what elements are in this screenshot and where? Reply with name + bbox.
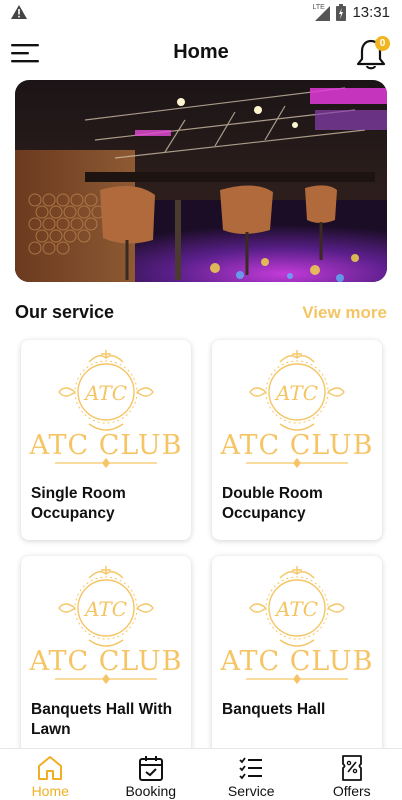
atc-club-logo: ATC ATC CLUB bbox=[220, 350, 373, 469]
svg-text:ATC: ATC bbox=[83, 381, 127, 405]
app-header: Home 0 bbox=[0, 34, 402, 74]
nav-offers[interactable]: Offers bbox=[302, 749, 402, 800]
section-title: Our service bbox=[15, 302, 115, 322]
nav-label: Service bbox=[227, 783, 275, 799]
status-bar: LTE 13:31 bbox=[0, 0, 402, 26]
svg-text:ATC: ATC bbox=[83, 597, 127, 621]
svg-text:ATC: ATC bbox=[274, 381, 318, 405]
service-label: Banquets Hall bbox=[222, 701, 326, 718]
calendar-check-icon bbox=[138, 756, 163, 781]
service-label: Double Room Occupancy bbox=[222, 485, 323, 522]
notification-badge: 0 bbox=[375, 36, 390, 51]
svg-text:ATC CLUB: ATC CLUB bbox=[220, 646, 373, 677]
battery-icon bbox=[336, 4, 347, 21]
nav-home[interactable]: Home bbox=[0, 749, 101, 800]
clock: 13:31 bbox=[352, 4, 390, 21]
warning-icon bbox=[11, 5, 27, 19]
ticket-percent-icon bbox=[341, 755, 362, 781]
nav-label: Offers bbox=[332, 783, 371, 799]
service-label: Single Room Occupancy bbox=[31, 485, 126, 522]
nav-booking[interactable]: Booking bbox=[101, 749, 202, 800]
signal-icon: LTE bbox=[312, 4, 331, 21]
atc-club-logo: ATC ATC CLUB bbox=[29, 350, 182, 469]
service-card[interactable]: ATC ATC CLUB Banquets Hall With Lawn bbox=[21, 556, 191, 756]
bottom-nav: Home Booking Service Offers bbox=[0, 748, 402, 800]
service-card[interactable]: ATC ATC CLUB Single Room Occupancy bbox=[21, 340, 191, 540]
svg-text:ATC CLUB: ATC CLUB bbox=[220, 430, 373, 461]
service-label: Banquets Hall With Lawn bbox=[31, 701, 173, 738]
svg-text:ATC: ATC bbox=[274, 597, 318, 621]
view-more-link[interactable]: View more bbox=[302, 303, 387, 323]
atc-club-logo: ATC ATC CLUB bbox=[220, 566, 373, 685]
nav-label: Home bbox=[31, 783, 69, 799]
svg-text:ATC CLUB: ATC CLUB bbox=[29, 646, 182, 677]
notifications-button[interactable]: 0 bbox=[356, 36, 390, 70]
atc-club-logo: ATC ATC CLUB bbox=[29, 566, 182, 685]
banner-image bbox=[15, 80, 387, 282]
svg-text:ATC CLUB: ATC CLUB bbox=[29, 430, 182, 461]
home-icon bbox=[38, 756, 63, 780]
service-card[interactable]: ATC ATC CLUB Double Room Occupancy bbox=[212, 340, 382, 540]
nav-label: Booking bbox=[125, 783, 177, 799]
service-card[interactable]: ATC ATC CLUB Banquets Hall bbox=[212, 556, 382, 756]
page-title: Home bbox=[173, 41, 229, 63]
checklist-icon bbox=[239, 757, 263, 780]
nav-service[interactable]: Service bbox=[201, 749, 302, 800]
